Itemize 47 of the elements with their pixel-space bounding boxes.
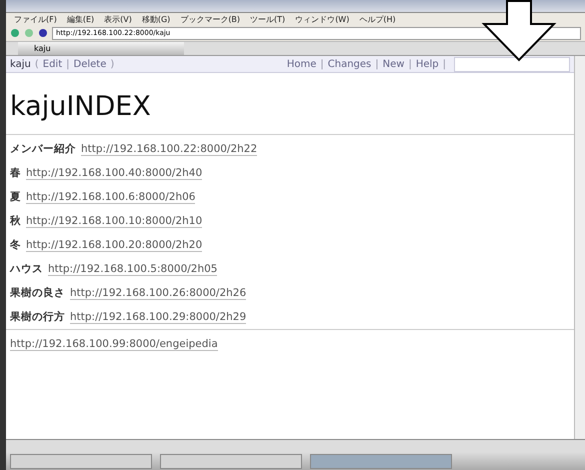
entry-label: ハウス xyxy=(10,262,43,276)
taskbar-button[interactable] xyxy=(310,454,452,468)
search-field[interactable] xyxy=(454,56,570,72)
menu-item[interactable]: ウィンドウ(W) xyxy=(295,14,350,24)
separator: | xyxy=(375,58,379,70)
entry-label: 果樹の良さ xyxy=(10,286,65,300)
menu-item[interactable]: 表示(V) xyxy=(104,14,132,24)
scrollbar[interactable] xyxy=(574,56,585,439)
separator: ) xyxy=(110,58,114,70)
browser-tab[interactable]: kaju xyxy=(18,42,184,55)
menu-item[interactable]: ヘルプ(H) xyxy=(359,14,396,24)
down-arrow-icon xyxy=(479,0,559,62)
menu-item[interactable]: 移動(G) xyxy=(142,14,170,24)
entry-link[interactable]: http://192.168.100.10:8000/2h10 xyxy=(26,214,202,228)
entry-link[interactable]: http://192.168.100.40:8000/2h40 xyxy=(26,166,202,180)
entry-link[interactable]: http://192.168.100.26:8000/2h26 xyxy=(70,286,246,300)
separator: | xyxy=(320,58,324,70)
wiki-link[interactable]: New xyxy=(382,58,404,70)
entry-label: 夏 xyxy=(10,190,21,204)
separator: ( xyxy=(34,58,39,70)
footer-link[interactable]: http://192.168.100.99:8000/engeipedia xyxy=(10,338,218,350)
entry-link[interactable]: http://192.168.100.5:8000/2h05 xyxy=(48,262,218,276)
entry-label: 秋 xyxy=(10,214,21,228)
wiki-link[interactable]: Edit xyxy=(42,58,62,70)
entry-label: 冬 xyxy=(10,238,21,252)
page-name: kaju xyxy=(10,58,31,70)
page-title: kajuINDEX xyxy=(10,91,152,122)
wiki-link[interactable]: Delete xyxy=(74,58,106,70)
wiki-link[interactable]: Help xyxy=(416,58,439,70)
entry-link[interactable]: http://192.168.100.22:8000/2h22 xyxy=(81,142,258,156)
menu-item[interactable]: ファイル(F) xyxy=(14,14,57,24)
entry-label: メンバー紹介 xyxy=(10,142,76,156)
menu-item[interactable]: ブックマーク(B) xyxy=(180,14,240,24)
entry-link[interactable]: http://192.168.100.29:8000/2h29 xyxy=(70,310,246,324)
wiki-link[interactable]: Changes xyxy=(328,58,372,70)
entry-link[interactable]: http://192.168.100.20:8000/2h20 xyxy=(26,238,202,252)
entry-label: 果樹の行方 xyxy=(10,310,65,324)
separator: | xyxy=(66,58,70,70)
entry-link[interactable]: http://192.168.100.6:8000/2h06 xyxy=(26,190,196,204)
wiki-link[interactable]: Home xyxy=(286,58,316,70)
taskbar-button[interactable] xyxy=(10,454,152,468)
taskbar-button[interactable] xyxy=(160,454,302,468)
separator: | xyxy=(442,58,446,70)
menu-item[interactable]: 編集(E) xyxy=(66,14,94,24)
entry-label: 春 xyxy=(10,166,21,180)
separator: | xyxy=(408,58,412,70)
menu-item[interactable]: ツール(T) xyxy=(250,14,286,24)
